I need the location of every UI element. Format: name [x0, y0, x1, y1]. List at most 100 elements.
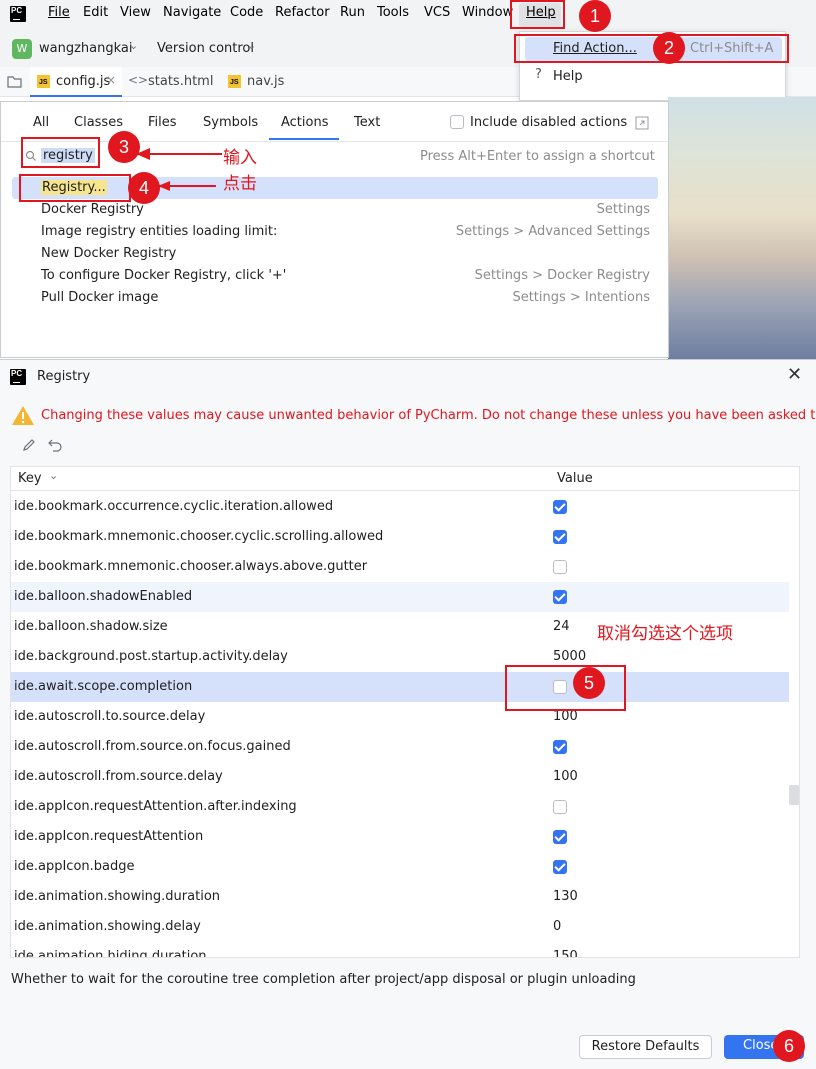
table-row[interactable]: ide.appIcon.requestAttention.after.index… — [11, 792, 789, 822]
table-row[interactable]: ide.animation.showing.duration 130 — [11, 882, 789, 912]
tab-all[interactable]: All — [33, 115, 49, 130]
table-row[interactable]: ide.bookmark.occurrence.cyclic.iteration… — [11, 492, 789, 522]
table-row[interactable]: ide.background.post.startup.activity.del… — [11, 642, 789, 672]
vcs-widget[interactable]: Version control — [157, 41, 254, 56]
registry-value[interactable]: 24 — [553, 619, 570, 634]
scrollbar-thumb[interactable] — [789, 785, 799, 805]
tab-classes[interactable]: Classes — [74, 115, 123, 130]
divider — [1, 141, 668, 142]
folder-icon[interactable] — [7, 75, 22, 88]
value-checkbox[interactable] — [553, 560, 567, 574]
menu-refactor[interactable]: Refactor — [275, 5, 330, 20]
shortcut-hint: Press Alt+Enter to assign a shortcut — [420, 149, 655, 164]
registry-value[interactable]: 100 — [553, 769, 578, 784]
chevron-down-icon[interactable]: ⌄ — [129, 39, 138, 52]
menu-edit[interactable]: Edit — [83, 5, 108, 20]
tab-label: config.js — [56, 74, 111, 89]
table-row[interactable]: ide.balloon.shadowEnabled — [11, 582, 789, 612]
annotation-badge: 2 — [653, 32, 685, 64]
menu-window[interactable]: Window — [462, 5, 513, 20]
value-checkbox[interactable] — [553, 590, 567, 604]
menu-vcs[interactable]: VCS — [424, 5, 450, 20]
registry-key: ide.autoscroll.from.source.on.focus.gain… — [14, 739, 291, 754]
project-avatar: W — [12, 39, 32, 59]
value-checkbox[interactable] — [553, 860, 567, 874]
table-row[interactable]: ide.await.scope.completion — [11, 672, 789, 702]
result-row[interactable]: To configure Docker Registry, click '+' … — [12, 265, 658, 287]
registry-value[interactable]: 130 — [553, 889, 578, 904]
registry-key: ide.appIcon.badge — [14, 859, 135, 874]
javascript-file-icon: JS — [228, 75, 241, 88]
table-row[interactable]: ide.autoscroll.to.source.delay 100 — [11, 702, 789, 732]
result-row[interactable]: Image registry entities loading limit: S… — [12, 221, 658, 243]
tab-text[interactable]: Text — [354, 115, 380, 130]
registry-key: ide.appIcon.requestAttention — [14, 829, 204, 844]
table-row[interactable]: ide.bookmark.mnemonic.chooser.always.abo… — [11, 552, 789, 582]
table-row[interactable]: ide.animation.showing.delay 0 — [11, 912, 789, 942]
registry-value[interactable]: 0 — [553, 919, 561, 934]
pycharm-logo-icon: PC — [10, 6, 26, 22]
tab-config-js[interactable]: JS config.js × — [30, 67, 122, 97]
revert-icon[interactable] — [47, 438, 63, 452]
table-row[interactable]: ide.autoscroll.from.source.delay 100 — [11, 762, 789, 792]
result-row[interactable]: Pull Docker image Settings > Intentions — [12, 287, 658, 309]
include-disabled-checkbox[interactable] — [450, 115, 464, 129]
tab-nav-js[interactable]: nav.js — [247, 74, 284, 89]
menu-navigate[interactable]: Navigate — [163, 5, 221, 20]
setting-description: Whether to wait for the coroutine tree c… — [11, 972, 636, 987]
open-in-window-icon[interactable] — [635, 116, 649, 130]
registry-key: ide.appIcon.requestAttention.after.index… — [14, 799, 297, 814]
tab-files[interactable]: Files — [148, 115, 177, 130]
table-row[interactable]: ide.animation.hiding.duration 150 — [11, 942, 789, 958]
tab-stats-html[interactable]: stats.html — [148, 74, 213, 89]
warning-message: Changing these values may cause unwanted… — [41, 408, 816, 423]
value-checkbox[interactable] — [553, 830, 567, 844]
annotation-box — [19, 174, 131, 202]
result-label: Image registry entities loading limit: — [41, 224, 278, 239]
tab-actions[interactable]: Actions — [281, 115, 329, 130]
menu-view[interactable]: View — [120, 5, 151, 20]
annotation-arrow — [136, 148, 222, 160]
table-row[interactable]: ide.autoscroll.from.source.on.focus.gain… — [11, 732, 789, 762]
registry-value[interactable]: 100 — [553, 709, 578, 724]
menu-tools[interactable]: Tools — [377, 5, 409, 20]
table-row[interactable]: ide.bookmark.mnemonic.chooser.cyclic.scr… — [11, 522, 789, 552]
menu-run[interactable]: Run — [340, 5, 365, 20]
registry-key: ide.bookmark.mnemonic.chooser.cyclic.scr… — [14, 529, 384, 544]
javascript-file-icon: JS — [37, 75, 50, 88]
registry-value[interactable]: 5000 — [553, 649, 586, 664]
annotation-badge: 6 — [773, 1030, 805, 1062]
value-checkbox[interactable] — [553, 800, 567, 814]
edit-icon[interactable] — [22, 438, 36, 452]
sort-chevron-icon[interactable]: ⌄ — [49, 469, 58, 482]
column-header-value[interactable]: Value — [557, 471, 593, 486]
annotation-label-uncheck: 取消勾选这个选项 — [597, 624, 733, 644]
dialog-title: Registry — [37, 369, 91, 384]
registry-key: ide.autoscroll.from.source.delay — [14, 769, 223, 784]
menu-code[interactable]: Code — [230, 5, 263, 20]
column-header-key[interactable]: Key — [18, 471, 42, 486]
tab-symbols[interactable]: Symbols — [203, 115, 258, 130]
help-menu-item[interactable]: Help — [553, 69, 583, 84]
registry-key: ide.animation.hiding.duration — [14, 949, 207, 958]
close-icon[interactable]: × — [106, 73, 116, 87]
pycharm-logo-icon: PC — [10, 369, 26, 385]
restore-defaults-button[interactable]: Restore Defaults — [579, 1035, 712, 1059]
result-location: Settings > Docker Registry — [474, 268, 650, 283]
value-checkbox[interactable] — [553, 740, 567, 754]
result-row[interactable]: Docker Registry Settings — [12, 199, 658, 221]
table-row[interactable]: ide.appIcon.badge — [11, 852, 789, 882]
value-checkbox[interactable] — [553, 530, 567, 544]
result-row[interactable]: New Docker Registry — [12, 243, 658, 265]
table-row[interactable]: ide.appIcon.requestAttention — [11, 822, 789, 852]
close-icon[interactable]: ✕ — [787, 364, 802, 385]
registry-key: ide.bookmark.occurrence.cyclic.iteration… — [14, 499, 334, 514]
menu-file[interactable]: File — [48, 5, 70, 20]
project-name[interactable]: wangzhangkai — [39, 41, 133, 56]
include-disabled-label[interactable]: Include disabled actions — [470, 115, 627, 130]
registry-value[interactable]: 150 — [553, 949, 578, 957]
chevron-down-icon[interactable]: ⌄ — [247, 39, 256, 52]
registry-key: ide.animation.showing.duration — [14, 889, 221, 904]
value-checkbox[interactable] — [553, 500, 567, 514]
annotation-label-click: 点击 — [223, 174, 257, 194]
